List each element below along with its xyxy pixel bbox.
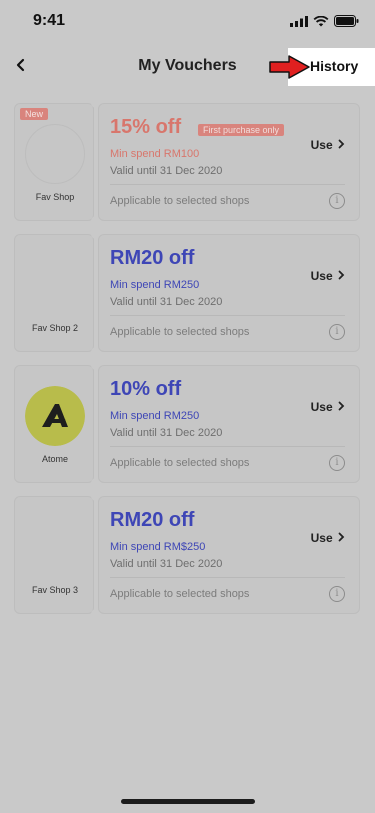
home-indicator: [121, 799, 255, 804]
voucher-details: RM20 off Min spend RM250 Valid until 31 …: [98, 234, 360, 352]
valid-until: Valid until 31 Dec 2020: [110, 558, 223, 570]
chevron-right-icon: [338, 532, 345, 542]
voucher-shop-panel: Fav Shop 2: [14, 234, 94, 352]
voucher-card[interactable]: New Fav Shop 15% off First purchase only…: [14, 98, 360, 226]
min-spend: Min spend RM250: [110, 410, 200, 422]
signal-icon: [290, 15, 308, 27]
chevron-right-icon: [338, 270, 345, 280]
voucher-details: 10% off Min spend RM250 Valid until 31 D…: [98, 365, 360, 483]
shop-name: Fav Shop: [35, 192, 75, 202]
divider: [110, 446, 345, 447]
chevron-right-icon: [338, 139, 345, 149]
valid-until: Valid until 31 Dec 2020: [110, 165, 223, 177]
voucher-title: 10% off: [110, 378, 182, 400]
divider: [110, 577, 345, 578]
voucher-title: RM20 off: [110, 509, 195, 531]
use-button[interactable]: Use: [311, 531, 345, 545]
wifi-icon: [313, 15, 329, 26]
voucher-details: 15% off First purchase only Min spend RM…: [98, 103, 360, 221]
use-button[interactable]: Use: [311, 400, 345, 414]
voucher-shop-panel: Atome: [14, 365, 94, 483]
new-badge: New: [20, 108, 49, 120]
min-spend: Min spend RM250: [110, 279, 200, 291]
min-spend: Min spend RM$250: [110, 541, 206, 553]
voucher-title: 15% off: [110, 116, 182, 138]
info-icon[interactable]: i: [329, 193, 345, 209]
history-button[interactable]: History: [269, 48, 375, 86]
history-label: History: [310, 58, 359, 74]
voucher-details: RM20 off Min spend RM$250 Valid until 31…: [98, 496, 360, 614]
divider: [110, 315, 345, 316]
applicable-text: Applicable to selected shops: [110, 326, 250, 338]
applicable-text: Applicable to selected shops: [110, 457, 250, 469]
use-button[interactable]: Use: [311, 269, 345, 283]
shop-name: Fav Shop 3: [31, 585, 79, 595]
use-label: Use: [310, 269, 333, 283]
info-icon[interactable]: i: [329, 455, 345, 471]
status-icons: [290, 15, 359, 27]
status-time: 9:41: [33, 12, 66, 29]
voucher-card[interactable]: Fav Shop 2 RM20 off Min spend RM250 Vali…: [14, 229, 360, 357]
min-spend: Min spend RM100: [110, 148, 200, 160]
voucher-shop-panel: New Fav Shop: [14, 103, 94, 221]
voucher-shop-panel: Fav Shop 3: [14, 496, 94, 614]
valid-until: Valid until 31 Dec 2020: [110, 427, 223, 439]
use-label: Use: [310, 400, 333, 414]
voucher-card[interactable]: Fav Shop 3 RM20 off Min spend RM$250 Val…: [14, 491, 360, 619]
first-purchase-badge: First purchase only: [198, 124, 285, 136]
applicable-text: Applicable to selected shops: [110, 588, 250, 600]
info-icon[interactable]: i: [329, 586, 345, 602]
chevron-right-icon: [338, 401, 345, 411]
voucher-card[interactable]: Atome 10% off Min spend RM250 Valid unti…: [14, 360, 360, 488]
valid-until: Valid until 31 Dec 2020: [110, 296, 223, 308]
use-label: Use: [310, 138, 333, 152]
use-label: Use: [310, 531, 333, 545]
info-icon[interactable]: i: [329, 324, 345, 340]
divider: [110, 184, 345, 185]
use-button[interactable]: Use: [311, 138, 345, 152]
atome-logo: [25, 386, 85, 446]
shop-logo: [25, 124, 85, 184]
applicable-text: Applicable to selected shops: [110, 195, 250, 207]
status-bar: 9:41: [0, 0, 375, 44]
battery-icon: [334, 15, 359, 27]
shop-name: Atome: [41, 454, 68, 464]
shop-name: Fav Shop 2: [31, 323, 79, 333]
voucher-title: RM20 off: [110, 247, 195, 269]
arrow-right-icon: [269, 55, 310, 79]
